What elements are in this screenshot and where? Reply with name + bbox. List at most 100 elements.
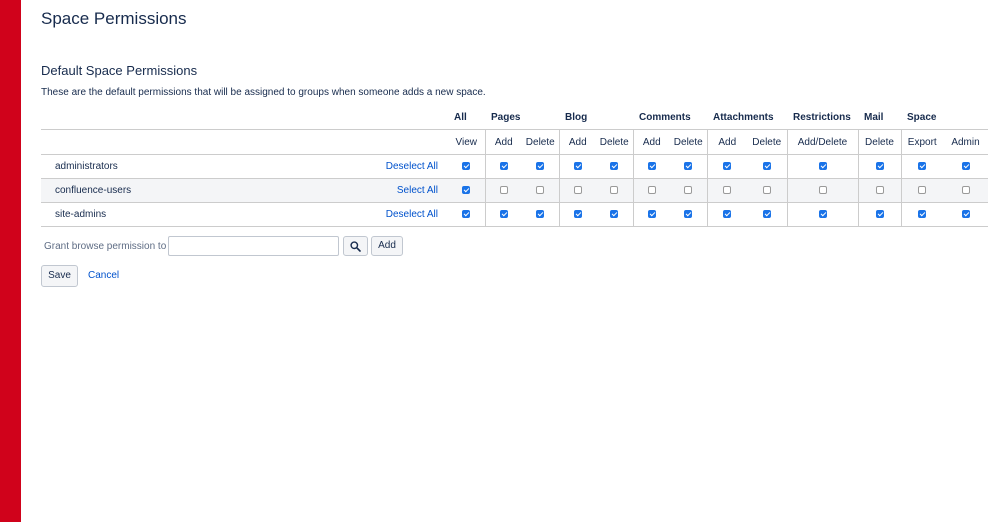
column-header: Admin [943,129,988,155]
permission-checkbox-unchecked[interactable] [818,186,827,195]
permission-checkbox-unchecked[interactable] [536,186,545,195]
permission-checkbox-checked[interactable] [961,162,970,171]
page-title: Space Permissions [41,9,187,28]
permission-cell [522,154,559,179]
permission-cell [900,202,943,227]
permission-cell [706,202,747,227]
grant-user-input[interactable] [168,236,339,256]
permission-checkbox-unchecked[interactable] [961,186,970,195]
permission-cell [747,202,787,227]
permission-cell [857,202,901,227]
group-header-pages: Pages [491,112,521,123]
group-cell: confluence-users Select All [41,178,448,203]
permission-checkbox-checked[interactable] [818,210,827,219]
header-spacer [41,106,448,130]
permission-checkbox-checked[interactable] [684,162,693,171]
permission-checkbox-unchecked[interactable] [762,186,771,195]
group-header-comments: Comments [639,112,691,123]
permission-checkbox-checked[interactable] [762,162,771,171]
permission-cell [747,154,787,179]
group-name: site-admins [55,209,107,220]
select-all-link[interactable]: Select All [397,185,443,196]
table-row: site-admins Deselect All [41,202,988,227]
permission-checkbox-unchecked[interactable] [610,186,619,195]
permission-checkbox-checked[interactable] [573,162,582,171]
permission-checkbox-checked[interactable] [573,210,582,219]
permissions-rows: administrators Deselect All confluence-use… [41,154,988,227]
header-spacer [41,129,448,155]
permission-cell [747,178,787,203]
permission-checkbox-unchecked[interactable] [723,186,732,195]
permission-checkbox-unchecked[interactable] [875,186,884,195]
permission-checkbox-checked[interactable] [875,210,884,219]
permission-checkbox-unchecked[interactable] [684,186,693,195]
permission-checkbox-checked[interactable] [462,186,471,195]
column-header: Add/Delete [786,129,858,155]
group-header-all: All [454,112,467,123]
permission-checkbox-unchecked[interactable] [918,186,927,195]
permission-cell [448,202,485,227]
permission-checkbox-checked[interactable] [536,162,545,171]
deselect-all-link[interactable]: Deselect All [386,161,443,172]
permission-cell [484,202,522,227]
permission-checkbox-checked[interactable] [647,210,656,219]
permission-cell [558,202,596,227]
permission-cell [522,202,559,227]
permission-cell [448,178,485,203]
permission-checkbox-checked[interactable] [918,162,927,171]
permission-cell [786,202,858,227]
deselect-all-link[interactable]: Deselect All [386,209,443,220]
permission-checkbox-checked[interactable] [961,210,970,219]
permission-checkbox-unchecked[interactable] [499,186,508,195]
permission-checkbox-checked[interactable] [536,210,545,219]
permission-checkbox-checked[interactable] [610,210,619,219]
permission-cell [596,154,633,179]
permission-cell [943,202,988,227]
group-header-restrictions: Restrictions [793,112,851,123]
permission-cell [670,178,707,203]
permission-checkbox-checked[interactable] [818,162,827,171]
permission-cell [484,154,522,179]
column-header: Add [558,129,596,155]
group-header-space: Space [907,112,937,123]
group-header-blog: Blog [565,112,588,123]
group-cell: site-admins Deselect All [41,202,448,227]
permission-checkbox-checked[interactable] [610,162,619,171]
main-content: Space Permissions Default Space Permissi… [41,0,989,522]
group-cell: administrators Deselect All [41,154,448,179]
permission-checkbox-checked[interactable] [462,210,471,219]
permission-cell [857,178,901,203]
add-button[interactable]: Add [371,236,403,256]
user-search-button[interactable] [343,236,368,256]
column-header: Add [706,129,747,155]
column-header: View [448,129,485,155]
permission-cell [670,154,707,179]
column-header: Delete [596,129,633,155]
save-button[interactable]: Save [41,265,78,287]
grant-label: Grant browse permission to [44,241,167,252]
permission-cell [706,154,747,179]
permission-checkbox-checked[interactable] [499,210,508,219]
permission-checkbox-checked[interactable] [499,162,508,171]
permission-cell [900,178,943,203]
left-accent-bar [0,0,21,522]
column-header: Delete [670,129,707,155]
permission-checkbox-checked[interactable] [723,210,732,219]
permissions-table: All Pages Blog Comments Attachments Rest… [41,106,988,227]
permission-checkbox-checked[interactable] [723,162,732,171]
permission-cell [522,178,559,203]
permission-checkbox-checked[interactable] [762,210,771,219]
permission-checkbox-checked[interactable] [875,162,884,171]
column-header: Add [632,129,670,155]
permission-cell [786,178,858,203]
permission-cell [632,202,670,227]
permission-checkbox-unchecked[interactable] [647,186,656,195]
permission-checkbox-checked[interactable] [684,210,693,219]
cancel-link[interactable]: Cancel [88,270,119,281]
permission-checkbox-checked[interactable] [647,162,656,171]
group-header-mail: Mail [864,112,884,123]
permission-checkbox-checked[interactable] [918,210,927,219]
permission-checkbox-unchecked[interactable] [573,186,582,195]
permission-checkbox-checked[interactable] [462,162,471,171]
column-header: Add [484,129,522,155]
